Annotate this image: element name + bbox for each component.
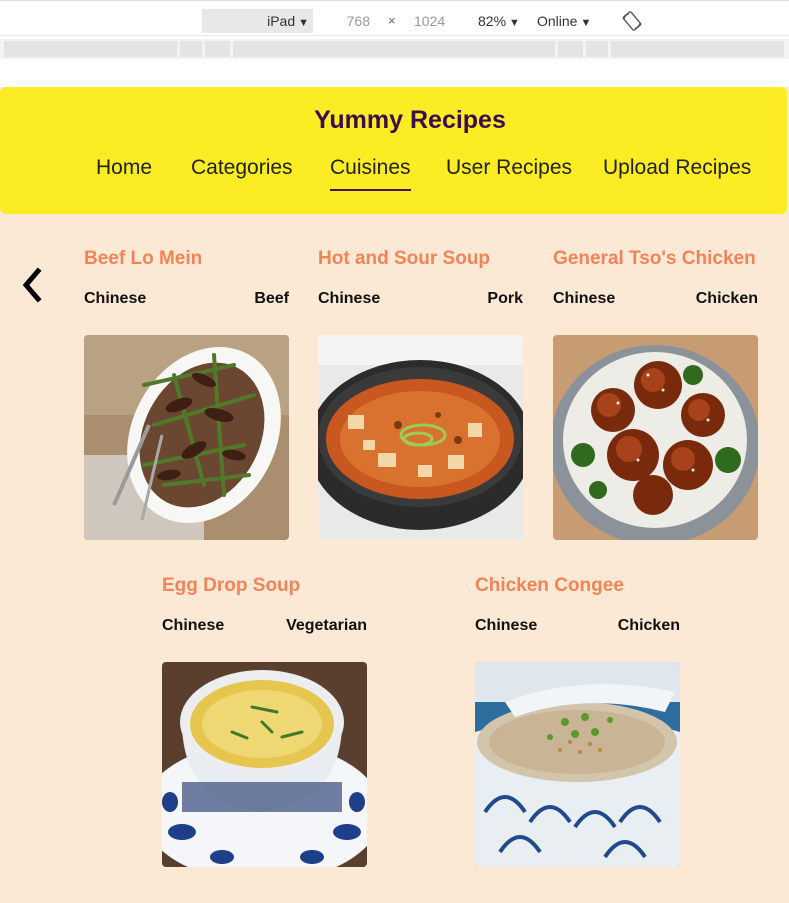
recipe-card[interactable]: Hot and Sour Soup Chinese Pork	[318, 247, 523, 540]
recipe-cuisine: Chinese	[553, 290, 616, 307]
recipe-cuisine: Chinese	[475, 617, 538, 634]
throttle-select-value: Online	[537, 13, 578, 29]
recipe-cuisine: Chinese	[162, 617, 225, 634]
recipe-cuisine: Chinese	[84, 290, 147, 307]
ruler-segment[interactable]	[558, 41, 583, 57]
site-header: Yummy Recipes Home Categories Cuisines U…	[0, 87, 787, 214]
ruler-segment[interactable]	[611, 41, 784, 57]
recipe-card[interactable]: General Tso's Chicken Chinese Chicken	[553, 247, 758, 540]
recipe-category: Vegetarian	[286, 617, 367, 634]
recipe-image[interactable]	[553, 335, 758, 540]
nav-user-recipes[interactable]: User Recipes	[446, 156, 572, 180]
recipe-title[interactable]: Egg Drop Soup	[162, 574, 367, 598]
media-query-ruler	[0, 39, 789, 59]
recipe-image[interactable]	[318, 335, 523, 540]
ruler-segment[interactable]	[233, 41, 555, 57]
device-select[interactable]: iPad ▼	[202, 9, 313, 33]
ruler-segment[interactable]	[180, 41, 202, 57]
recipe-title[interactable]: Hot and Sour Soup	[318, 247, 523, 271]
zoom-select[interactable]: 82% ▼	[478, 9, 520, 33]
recipe-image[interactable]	[475, 662, 680, 867]
dimension-separator: ×	[388, 13, 396, 28]
recipe-card[interactable]: Egg Drop Soup Chinese Vegetarian	[162, 574, 367, 867]
chevron-left-icon[interactable]	[16, 265, 50, 305]
page-viewport: Yummy Recipes Home Categories Cuisines U…	[0, 87, 789, 903]
recipe-category: Chicken	[695, 290, 758, 307]
recipe-card[interactable]: Chicken Congee Chinese Chicken	[475, 574, 680, 867]
recipe-tags: Chinese Vegetarian	[162, 617, 367, 637]
rotate-icon[interactable]	[622, 11, 642, 31]
device-select-value: iPad	[267, 13, 296, 29]
ruler-segment[interactable]	[586, 41, 608, 57]
device-toolbar: iPad ▼ 768 × 1024 82% ▼ Online ▼	[0, 0, 789, 36]
recipe-cuisine: Chinese	[318, 290, 381, 307]
zoom-select-value: 82%	[478, 13, 507, 29]
height-input[interactable]: 1024	[414, 9, 454, 33]
nav-cuisines[interactable]: Cuisines	[330, 156, 411, 191]
recipe-category: Beef	[254, 290, 289, 307]
recipe-tags: Chinese Pork	[318, 290, 523, 310]
recipe-title[interactable]: General Tso's Chicken	[553, 247, 758, 271]
chevron-down-icon: ▼	[509, 17, 520, 29]
site-title: Yummy Recipes	[314, 106, 506, 134]
recipe-category: Pork	[487, 290, 523, 307]
chevron-down-icon: ▼	[298, 17, 309, 29]
nav-categories[interactable]: Categories	[191, 156, 293, 180]
recipe-title[interactable]: Chicken Congee	[475, 574, 680, 598]
recipe-title[interactable]: Beef Lo Mein	[84, 247, 289, 271]
recipe-tags: Chinese Chicken	[475, 617, 680, 637]
recipe-category: Chicken	[617, 617, 680, 634]
width-input[interactable]: 768	[330, 9, 370, 33]
nav-home[interactable]: Home	[96, 156, 152, 180]
recipe-tags: Chinese Beef	[84, 290, 289, 310]
recipe-tags: Chinese Chicken	[553, 290, 758, 310]
recipe-image[interactable]	[162, 662, 367, 867]
chevron-down-icon: ▼	[580, 17, 592, 29]
ruler-segment[interactable]	[4, 41, 177, 57]
recipe-image[interactable]	[84, 335, 289, 540]
ruler-segment[interactable]	[205, 41, 230, 57]
recipe-card[interactable]: Beef Lo Mein Chinese Beef	[84, 247, 289, 540]
throttle-select[interactable]: Online ▼	[537, 9, 591, 33]
nav-upload-recipes[interactable]: Upload Recipes	[603, 156, 751, 180]
